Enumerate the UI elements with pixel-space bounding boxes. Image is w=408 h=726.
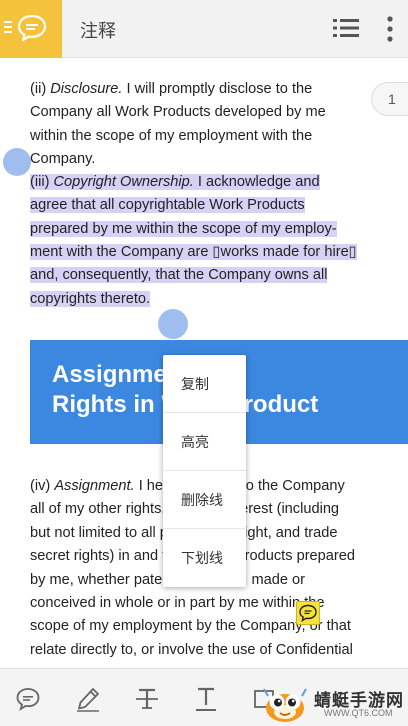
menu-bars-icon	[4, 21, 12, 33]
body-text: relate directly to, or involve the use o…	[30, 641, 353, 658]
highlighted-text: copyrights thereto.	[30, 290, 151, 307]
body-text: I acknowledge and	[193, 174, 320, 191]
top-bar: 注释	[0, 0, 408, 58]
selection-start-handle[interactable]	[3, 148, 31, 176]
comment-bubble-icon	[17, 14, 47, 42]
annotation-mode-button[interactable]	[0, 0, 62, 58]
body-text: (iii)	[30, 174, 54, 191]
comment-tool[interactable]	[14, 685, 42, 713]
more-vertical-icon[interactable]	[383, 14, 397, 44]
body-text: I will promptly disclose to the	[122, 81, 313, 97]
text-span: (ii) Disclosure. I will promptly disclos…	[30, 81, 312, 97]
text-span: within the scope of my employment with t…	[30, 128, 312, 144]
text-line: relate directly to, or involve the use o…	[30, 639, 375, 662]
underline-tool[interactable]	[192, 685, 220, 713]
text-line: copyrights thereto.	[30, 288, 375, 311]
text-line: scope of my employment by the Company, o…	[30, 615, 375, 638]
text-line: conceived in whole or in part by me with…	[30, 592, 375, 615]
body-text: Company all Work Products developed by m…	[30, 104, 326, 121]
page-indicator-tab[interactable]: 1	[371, 82, 408, 116]
highlighted-text: and, consequently, that the Company owns…	[30, 267, 328, 284]
body-text: prepared by me within the scope of my em…	[30, 220, 337, 237]
text-line: (iii) Copyright Ownership. I acknowledge…	[30, 171, 375, 194]
text-line: (ii) Disclosure. I will promptly disclos…	[30, 78, 375, 101]
strikethrough-icon	[136, 688, 158, 709]
text-span: Company.	[30, 151, 95, 167]
italic-heading-text: Assignment.	[54, 478, 135, 494]
body-text: Company.	[30, 150, 96, 167]
strikethrough-tool[interactable]	[133, 685, 161, 713]
body-text: within the scope of my employment with t…	[30, 127, 313, 144]
comment-icon	[16, 688, 40, 712]
watermark: 蜻蜓手游网 WWW.QT6.COM	[262, 684, 408, 726]
menu-item-underline[interactable]: 下划线	[163, 529, 246, 587]
list-icon[interactable]	[333, 16, 359, 40]
text-line: and, consequently, that the Company owns…	[30, 264, 375, 287]
context-menu: 复制 高亮 删除线 下划线	[163, 355, 246, 587]
body-text: agree that all copyrightable Work Produc…	[30, 197, 305, 214]
body-text: copyrights thereto.	[30, 290, 151, 307]
text-line: Company.	[30, 148, 375, 171]
text-span: conceived in whole or in part by me with…	[30, 595, 324, 611]
body-text: and, consequently, that the Company owns…	[30, 267, 328, 284]
italic-heading-text: Disclosure.	[50, 81, 123, 97]
page-title: 注释	[80, 21, 116, 41]
document-text-upper: (ii) Disclosure. I will promptly disclos…	[30, 78, 375, 311]
highlighted-text: (iii) Copyright Ownership. I acknowledge…	[30, 174, 320, 191]
pen-tool[interactable]	[74, 685, 102, 713]
underline-icon	[196, 687, 216, 711]
selection-end-handle[interactable]	[158, 309, 188, 339]
text-line: within the scope of my employment with t…	[30, 125, 375, 148]
comment-note-marker[interactable]	[296, 601, 320, 625]
note-comment-icon	[299, 604, 317, 622]
menu-item-strikethrough[interactable]: 删除线	[163, 471, 246, 529]
menu-item-copy[interactable]: 复制	[163, 355, 246, 413]
page-number: 1	[388, 91, 396, 107]
highlighted-text: ment with the Company are ▯works made fo…	[30, 244, 357, 261]
text-span: relate directly to, or involve the use o…	[30, 642, 353, 658]
body-text: (ii)	[30, 81, 51, 97]
menu-item-highlight[interactable]: 高亮	[163, 413, 246, 471]
watermark-url: WWW.QT6.COM	[324, 708, 393, 718]
body-text: conceived in whole or in part by me with…	[30, 594, 325, 611]
text-span: Company all Work Products developed by m…	[30, 104, 326, 120]
text-line: Company all Work Products developed by m…	[30, 101, 375, 124]
highlighted-text: prepared by me within the scope of my em…	[30, 220, 337, 237]
text-line: agree that all copyrightable Work Produc…	[30, 194, 375, 217]
italic-heading-text: Copyright Ownership.	[53, 174, 194, 191]
pen-icon	[77, 688, 99, 712]
text-line: prepared by me within the scope of my em…	[30, 218, 375, 241]
highlighted-text: agree that all copyrightable Work Produc…	[30, 197, 305, 214]
dragonfly-logo-icon	[263, 688, 307, 722]
body-text: (iv)	[30, 478, 55, 494]
text-line: ment with the Company are ▯works made fo…	[30, 241, 375, 264]
body-text: ment with the Company are ▯works made fo…	[30, 244, 357, 261]
